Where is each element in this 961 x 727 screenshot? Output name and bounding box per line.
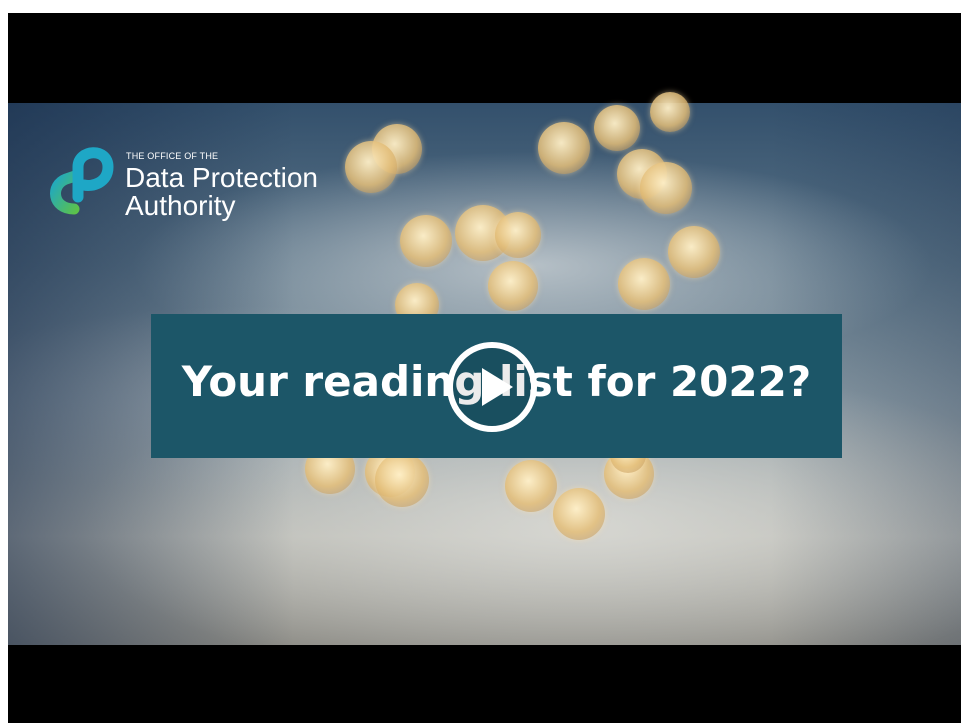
bokeh-light <box>640 162 692 214</box>
bokeh-light <box>400 215 452 267</box>
dpa-logo-icon <box>50 147 114 215</box>
bokeh-light <box>650 92 690 132</box>
bokeh-light <box>495 212 541 258</box>
bokeh-light <box>538 122 590 174</box>
bokeh-light <box>505 460 557 512</box>
play-button[interactable] <box>445 340 539 434</box>
play-icon <box>447 342 537 432</box>
logo-title-line1: Data Protection <box>125 162 318 193</box>
dpa-logo: THE OFFICE OF THE Data Protection Author… <box>44 137 364 227</box>
bokeh-light <box>594 105 640 151</box>
bokeh-light <box>375 453 429 507</box>
logo-title-line2: Authority <box>125 190 236 221</box>
logo-tagline: THE OFFICE OF THE <box>126 151 219 161</box>
bokeh-light <box>618 258 670 310</box>
bokeh-light <box>668 226 720 278</box>
bokeh-light <box>553 488 605 540</box>
bokeh-light <box>488 261 538 311</box>
video-player[interactable]: THE OFFICE OF THE Data Protection Author… <box>8 13 961 723</box>
